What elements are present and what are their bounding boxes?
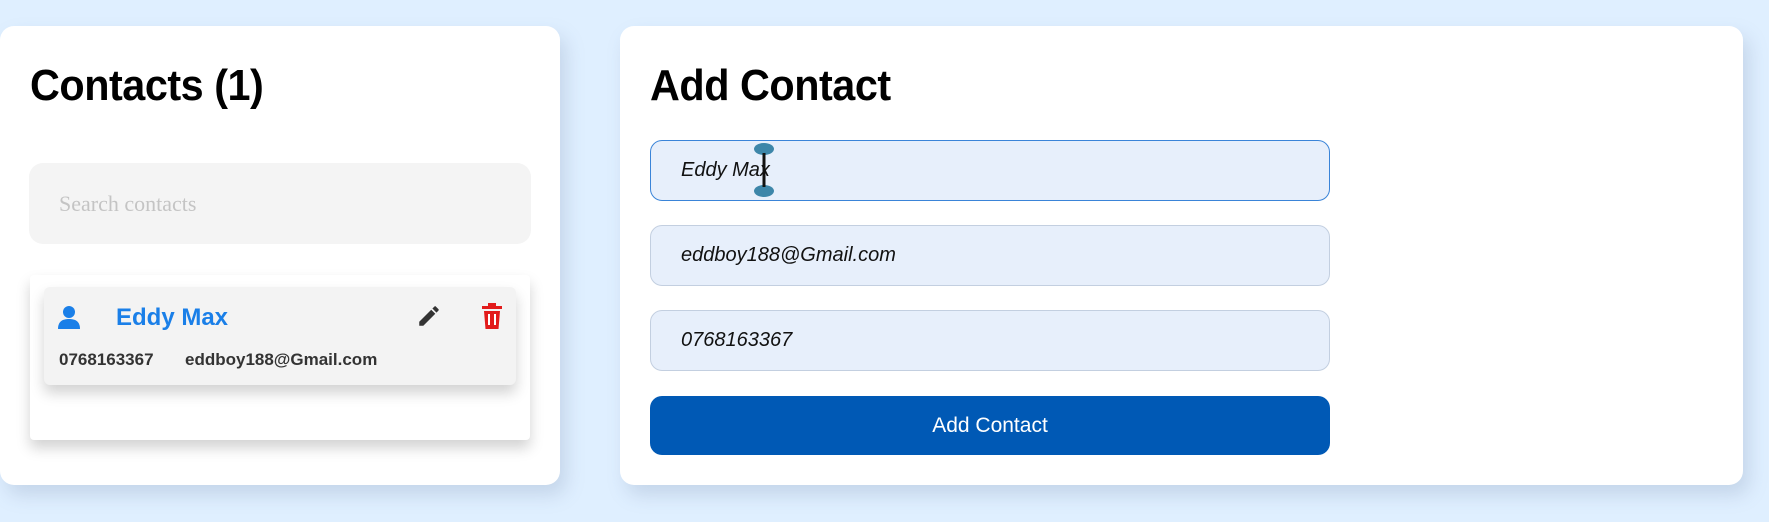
contact-email: eddboy188@Gmail.com <box>185 350 378 369</box>
email-field[interactable] <box>650 225 1330 286</box>
trash-icon[interactable] <box>480 303 504 329</box>
phone-field[interactable] <box>650 310 1330 371</box>
person-icon <box>58 306 80 329</box>
contacts-title: Contacts (1) <box>30 61 264 110</box>
add-contact-panel: Add Contact Add Contact <box>620 26 1743 485</box>
contact-card[interactable]: Eddy Max 0768163367 eddboy188@Gmail.com <box>44 287 516 385</box>
search-input[interactable] <box>29 163 531 244</box>
pencil-icon[interactable] <box>416 303 442 329</box>
contact-phone: 0768163367 <box>59 350 154 369</box>
add-contact-button[interactable]: Add Contact <box>650 396 1330 455</box>
add-contact-title: Add Contact <box>650 61 891 110</box>
name-field[interactable] <box>650 140 1330 201</box>
contact-name: Eddy Max <box>116 304 229 331</box>
